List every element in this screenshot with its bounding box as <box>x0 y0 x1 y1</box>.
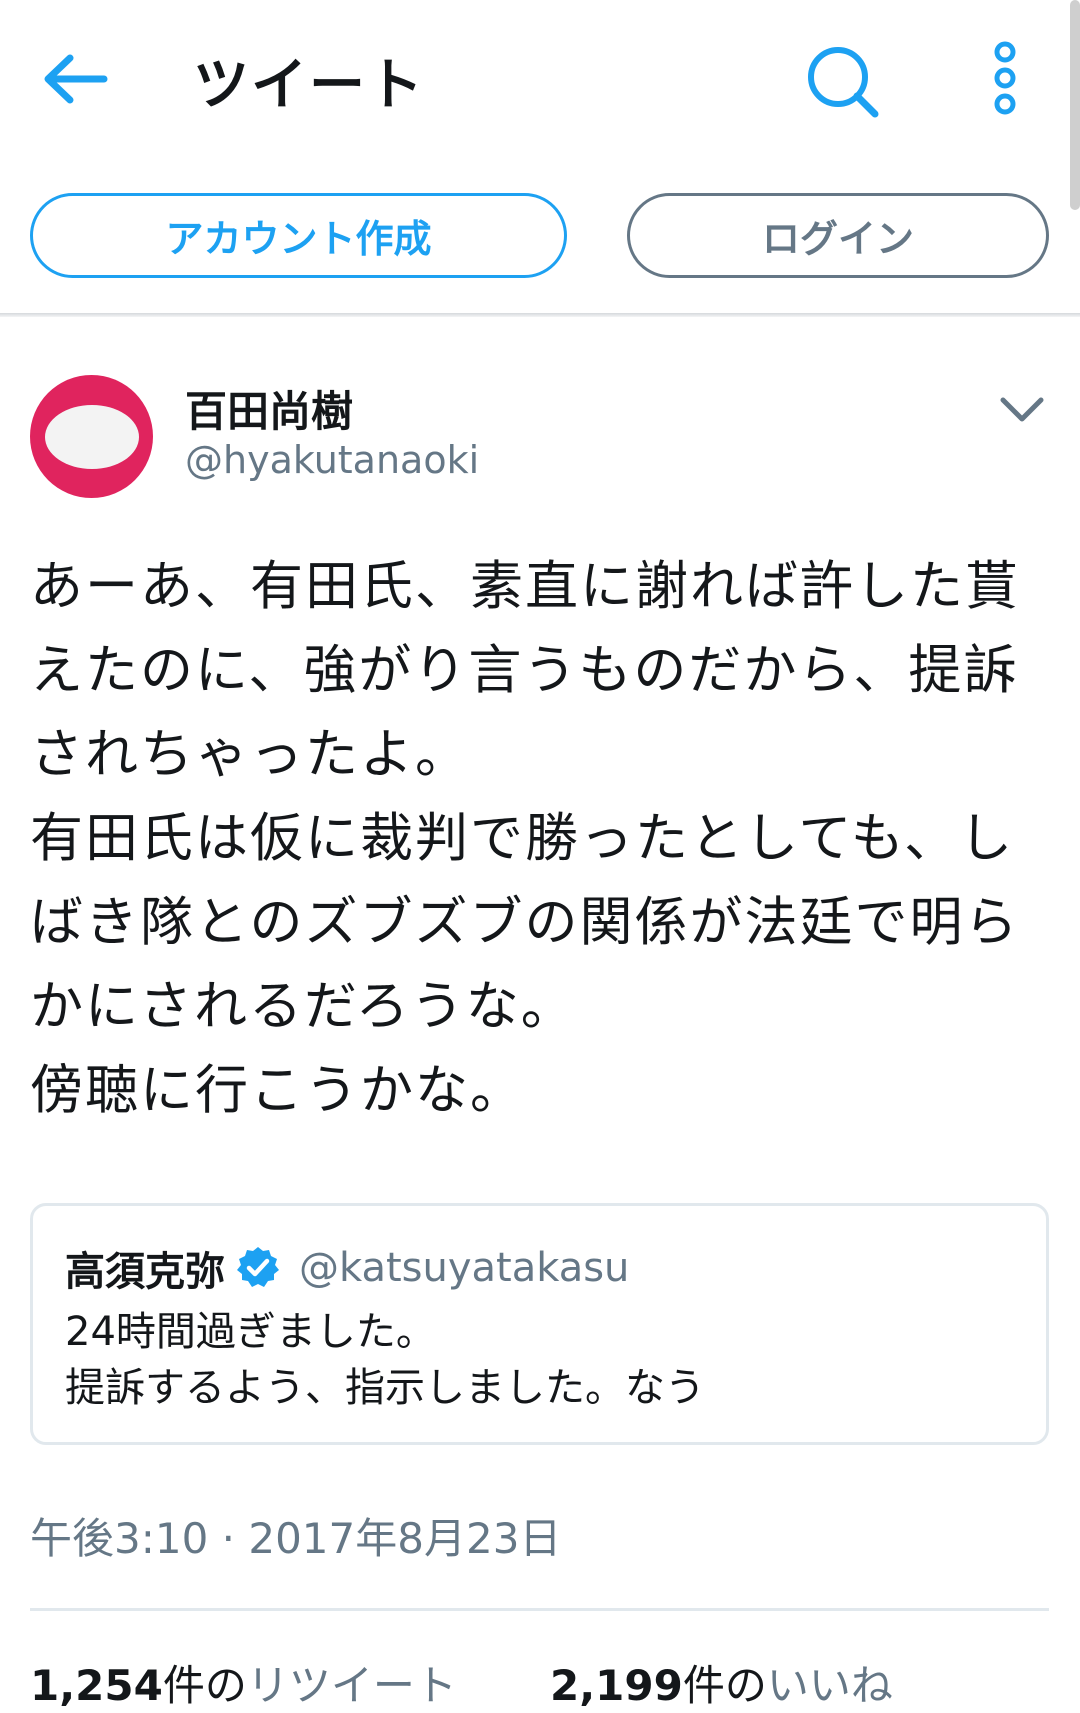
tweet-text-line: かにされるだろうな。 <box>30 976 576 1037</box>
search-button[interactable] <box>805 44 881 120</box>
signup-button[interactable]: アカウント作成 <box>30 193 567 278</box>
tweet-text-line: あーあ、有田氏、素直に謝れば許した貰 <box>30 556 1020 617</box>
quoted-tweet-text: 24時間過ぎました。 提訴するよう、指示しました。なう <box>65 1304 705 1416</box>
chevron-down-icon <box>1000 397 1044 422</box>
avatar[interactable] <box>30 375 153 498</box>
retweet-count: 1,254 <box>30 1661 163 1710</box>
tweet-text-line: えたのに、強がり言うものだから、提訴 <box>30 640 1019 701</box>
like-unit: 件の <box>682 1661 767 1710</box>
quoted-tweet-header: 高須克弥 @katsuyatakasu <box>65 1238 629 1298</box>
like-count: 2,199 <box>550 1661 683 1710</box>
tweet-options-button[interactable] <box>997 390 1047 430</box>
quoted-author-name: 高須克弥 <box>65 1249 225 1295</box>
tweet-text-line: されちゃったよ。 <box>30 724 470 785</box>
arrow-left-icon <box>44 54 108 104</box>
retweet-unit: 件の <box>162 1661 247 1710</box>
header-divider <box>0 313 1080 317</box>
more-button[interactable] <box>990 40 1020 120</box>
tweet-text-line: 傍聴に行こうかな。 <box>30 1060 525 1121</box>
retweet-label: リツイート <box>246 1661 457 1710</box>
login-button[interactable]: ログイン <box>627 193 1049 278</box>
verified-badge-icon <box>237 1247 279 1287</box>
quoted-text-line: 24時間過ぎました。 <box>65 1309 436 1355</box>
author-handle[interactable]: @hyakutanaoki <box>185 438 479 482</box>
page-title: ツイート <box>193 53 425 118</box>
divider <box>30 1608 1049 1611</box>
avatar-image <box>44 404 139 469</box>
auth-buttons: アカウント作成 ログイン <box>0 155 1080 315</box>
back-button[interactable] <box>40 48 110 110</box>
like-label: いいね <box>766 1661 893 1710</box>
more-vertical-icon <box>994 41 1016 115</box>
tweet-text-line: ばき隊とのズブズブの関係が法廷で明ら <box>30 892 1020 953</box>
tweet-text-line: 有田氏は仮に裁判で勝ったとしても、し <box>30 808 1015 869</box>
quoted-tweet[interactable]: 高須克弥 @katsuyatakasu 24時間過ぎました。 提訴するよう、指示… <box>30 1203 1049 1445</box>
quoted-text-line: 提訴するよう、指示しました。なう <box>65 1365 705 1411</box>
tweet-author: 百田尚樹 @hyakutanaoki <box>0 370 1080 500</box>
tweet-text: あーあ、有田氏、素直に謝れば許した貰 えたのに、強がり言うものだから、提訴 され… <box>30 545 1060 1133</box>
tweet-timestamp[interactable]: 午後3:10 · 2017年8月23日 <box>30 1505 561 1566</box>
quoted-author-handle: @katsuyatakasu <box>299 1245 630 1291</box>
author-name[interactable]: 百田尚樹 <box>185 378 353 439</box>
tweet-stats: 1,254件のリツイート 2,199件のいいね <box>30 1652 1060 1712</box>
top-bar: ツイート <box>0 0 1080 155</box>
search-icon <box>808 47 879 118</box>
